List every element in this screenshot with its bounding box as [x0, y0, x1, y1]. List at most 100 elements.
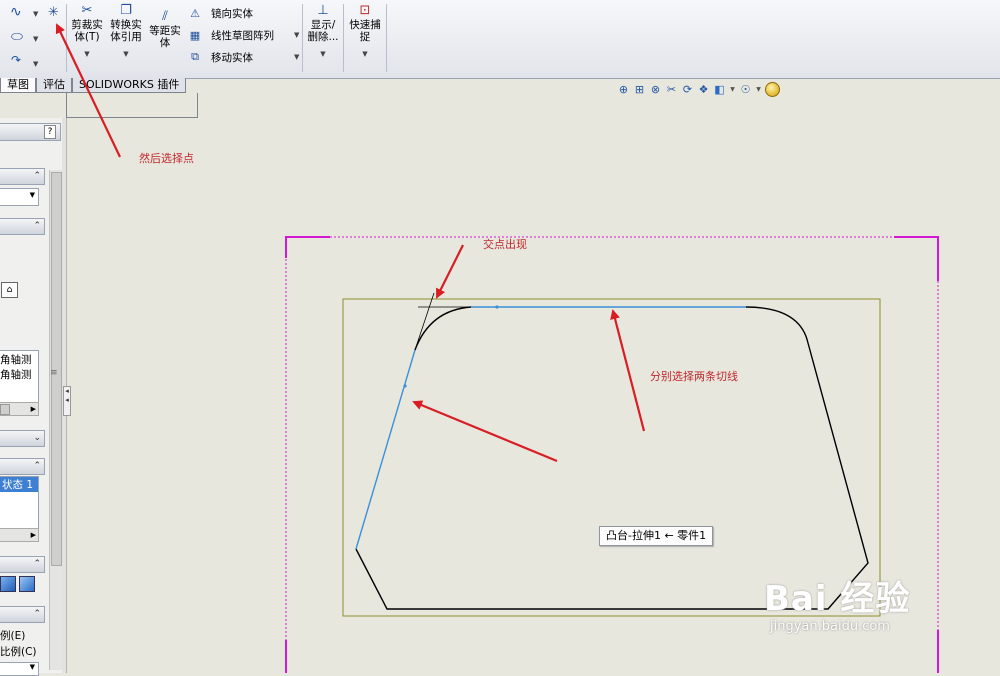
horizontal-scrollbar[interactable]: ▶ — [0, 402, 39, 416]
display-delete-label: 显示/ 删除... — [307, 19, 339, 43]
collapse-up-icon[interactable]: ⌃ — [33, 219, 41, 234]
convert-label: 转换实 体引用 — [110, 19, 142, 43]
move-label: 移动实体 — [211, 51, 253, 64]
arrow-to-slanted-line — [412, 400, 558, 463]
heads-up-view-toolbar: ⊕ ⊞ ⊗ ✂ ⟳ ❖ ◧ ▼ ☉ ▼ — [617, 81, 780, 97]
section-header[interactable]: ⌄ — [0, 430, 45, 447]
section-header[interactable]: ⌃ — [0, 556, 45, 573]
ellipse-icon[interactable]: ⬭ — [11, 29, 23, 45]
command-manager-tabs: 草图 评估 SOLIDWORKS 插件 — [0, 78, 187, 93]
shaded-edges-cube-icon[interactable] — [19, 576, 35, 592]
selection-tooltip: 凸台-拉伸1 ← 零件1 — [599, 526, 714, 546]
trim-label: 剪裁实 体(T) — [71, 19, 103, 43]
selected-slanted-line[interactable] — [355, 349, 416, 550]
tab-evaluate[interactable]: 评估 — [36, 78, 72, 93]
section-view-icon[interactable]: ✂ — [665, 83, 678, 96]
collapse-panel-handle[interactable]: ◂ ◂ — [63, 386, 71, 416]
linear-pattern-label: 线性草图阵列 — [211, 29, 274, 42]
zoom-to-fit-icon[interactable]: ⊕ — [617, 83, 630, 96]
list-item[interactable]: 角轴测 — [0, 367, 38, 382]
tab-flyout-panel — [66, 93, 198, 118]
sketch-profile[interactable] — [355, 306, 869, 610]
toolbar-separator — [386, 4, 387, 72]
quick-snaps-button[interactable]: ⊡ 快速捕 捉 ▼ — [346, 4, 384, 60]
scene-lights-icon[interactable] — [765, 81, 780, 97]
fillet-dropdown-icon[interactable]: ▼ — [33, 60, 38, 68]
zoom-to-area-icon[interactable]: ⊞ — [633, 83, 646, 96]
command-manager-toolbar: ∿ ▼ ✳ ⬭ ▼ ↷ ▼ ✂ 剪裁实 体(T) ▼ ❐ 转换实 体引用 ▼ ⫽… — [0, 0, 1000, 79]
list-item-selected[interactable]: 状态 1 — [0, 477, 38, 492]
rotate-view-icon[interactable]: ⟳ — [681, 83, 694, 96]
collapse-up-icon[interactable]: ⌃ — [33, 169, 41, 184]
section-header[interactable]: ⌃ — [0, 168, 45, 185]
watermark-url: jingyan.baidu.com — [770, 619, 890, 634]
spline-icon[interactable]: ∿ — [10, 4, 22, 20]
section-header[interactable]: ⌃ — [0, 458, 45, 475]
scroll-right-icon[interactable]: ▶ — [31, 403, 36, 415]
horizontal-scrollbar[interactable]: ▶ — [0, 528, 39, 542]
hide-show-items-icon[interactable]: ☉ — [739, 83, 752, 96]
ellipse-dropdown-icon[interactable]: ▼ — [33, 35, 38, 43]
view-shape-button[interactable]: ⌂ — [1, 282, 18, 298]
collapse-up-icon[interactable]: ⌃ — [33, 459, 41, 474]
annotation-select-point: 然后选择点 — [139, 152, 194, 165]
collapse-up-icon[interactable]: ⌃ — [33, 557, 41, 572]
panel-vertical-scrollbar[interactable] — [49, 170, 62, 670]
display-delete-dropdown-icon[interactable]: ▼ — [305, 48, 341, 60]
grip-icon: ≡ — [50, 368, 58, 378]
scale-option-1[interactable]: 例(E) — [0, 628, 25, 643]
extension-slanted — [414, 292, 435, 351]
expand-down-icon[interactable]: ⌄ — [33, 431, 41, 446]
scroll-thumb[interactable] — [0, 404, 10, 415]
section-header[interactable]: ⌃ — [0, 218, 45, 235]
list-item[interactable]: 角轴测 — [0, 351, 38, 367]
quick-snap-dropdown-icon[interactable]: ▼ — [346, 48, 384, 60]
offset-icon: ⫽ — [162, 9, 168, 24]
snap-icon: ⊡ — [359, 3, 371, 18]
dropdown-select[interactable]: ▼ — [0, 188, 39, 206]
collapse-up-icon[interactable]: ⌃ — [33, 607, 41, 622]
arrow-to-top-line — [610, 309, 646, 432]
scale-option-2[interactable]: 比例(C) — [0, 644, 37, 659]
baidu-watermark: Bai 经验 jingyan.baidu.com — [764, 580, 910, 636]
configuration-list[interactable]: 状态 1 — [0, 476, 39, 530]
display-delete-relations-button[interactable]: ⊥ 显示/ 删除... ▼ — [305, 4, 341, 60]
line-midpoint[interactable] — [495, 305, 499, 309]
toolbar-separator — [343, 4, 344, 72]
display-style-dropdown-icon[interactable]: ▼ — [729, 83, 736, 96]
view-orientation-icon[interactable]: ❖ — [697, 83, 710, 96]
line-midpoint[interactable] — [403, 384, 407, 388]
shaded-cube-icon[interactable] — [0, 576, 16, 592]
arrow-to-intersection — [436, 244, 464, 299]
display-style-icon[interactable]: ◧ — [713, 83, 726, 96]
help-button[interactable]: ? — [44, 125, 56, 139]
section-header[interactable]: ⌃ — [0, 606, 45, 623]
offset-entities-button[interactable]: ⫽ 等距实 体 — [146, 9, 184, 50]
convert-dropdown-icon[interactable]: ▼ — [106, 48, 146, 60]
convert-entities-button[interactable]: ❐ 转换实 体引用 ▼ — [106, 4, 146, 60]
trim-icon: ✂ — [81, 3, 93, 18]
spline-dropdown-icon[interactable]: ▼ — [33, 10, 38, 18]
view-orientation-list[interactable]: 角轴测 角轴测 — [0, 350, 39, 404]
previous-view-icon[interactable]: ⊗ — [649, 83, 662, 96]
mirror-entities-button[interactable]: ⚠ 镜向实体 — [188, 4, 253, 22]
model-edge-rectangle — [342, 298, 881, 617]
sketch-fillet-arc[interactable] — [414, 306, 472, 351]
chevron-down-icon: ▼ — [29, 191, 35, 199]
scale-dropdown[interactable]: ▼ — [0, 662, 39, 676]
fillet-icon[interactable]: ↷ — [11, 53, 21, 67]
annotation-tangent-lines: 分别选择两条切线 — [650, 370, 738, 383]
relations-icon: ⊥ — [317, 3, 329, 18]
chevron-down-icon: ▼ — [29, 663, 35, 671]
linear-pattern-button[interactable]: ▦ 线性草图阵列 ▼ — [188, 26, 300, 44]
display-style-buttons — [0, 576, 35, 592]
linear-pattern-dropdown-icon[interactable]: ▼ — [294, 31, 299, 39]
watermark-logo: Bai 经验 — [764, 579, 911, 619]
trim-entities-button[interactable]: ✂ 剪裁实 体(T) ▼ — [68, 4, 106, 60]
tab-sketch[interactable]: 草图 — [0, 78, 36, 93]
point-icon[interactable]: ✳ — [48, 5, 59, 20]
move-dropdown-icon[interactable]: ▼ — [294, 53, 299, 61]
scroll-right-icon[interactable]: ▶ — [31, 529, 36, 541]
move-entities-button[interactable]: ⧉ 移动实体 ▼ — [188, 48, 299, 66]
hide-show-dropdown-icon[interactable]: ▼ — [755, 83, 762, 96]
